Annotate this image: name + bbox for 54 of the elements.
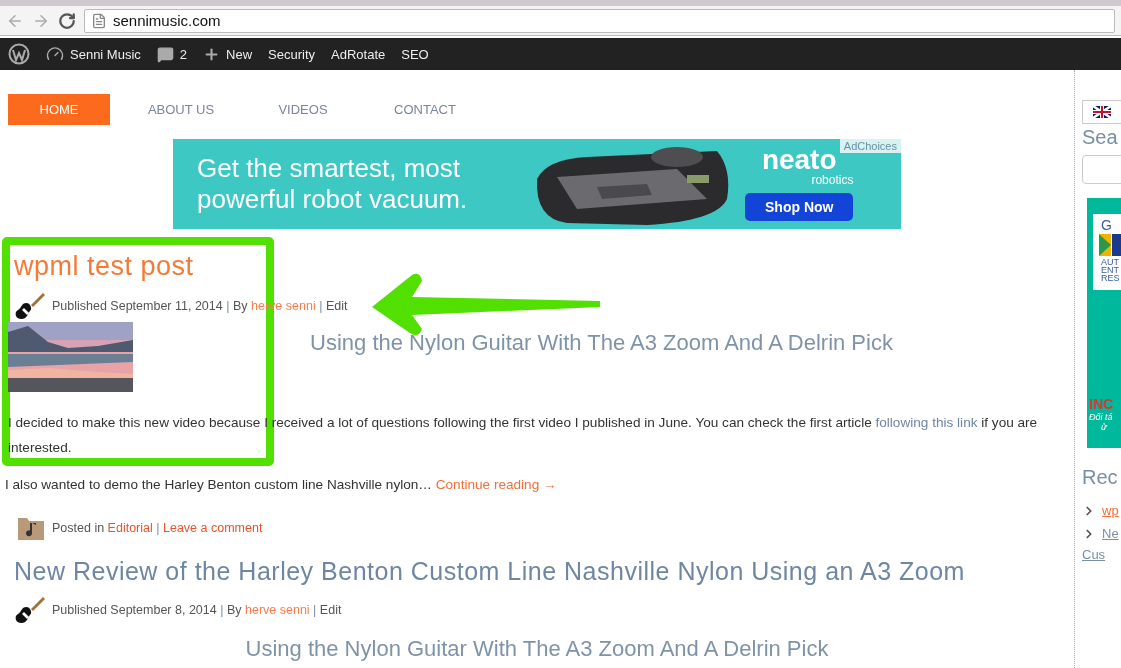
page-icon — [91, 12, 107, 29]
guitar-icon — [14, 290, 46, 322]
recent-post-link[interactable]: wp — [1102, 503, 1119, 518]
address-bar[interactable]: sennimusic.com — [84, 8, 1115, 33]
nav-tab[interactable]: VIDEOS — [252, 94, 354, 125]
edit-link[interactable]: Edit — [319, 603, 342, 617]
dashboard-gauge-icon — [46, 45, 64, 63]
brand-subtitle: robotics — [811, 173, 854, 187]
ad-logo: G — [1101, 218, 1113, 232]
ad-headline: INC — [1089, 396, 1115, 412]
post-excerpt: I also wanted to demo the Harley Benton custom line Nashville nylon… Continue reading → — [5, 476, 558, 494]
ad-banner[interactable]: Get the smartest, most powerful robot vacuum. neato robotics Shop Now AdChoices — [173, 139, 901, 229]
nav-tab[interactable]: ABOUT US — [130, 94, 232, 125]
adchoices-label[interactable]: AdChoices — [839, 139, 901, 153]
wordpress-logo-icon[interactable] — [8, 43, 30, 65]
admin-menu-link[interactable]: SEO — [401, 46, 429, 62]
post-title[interactable]: wpml test post — [4, 251, 1070, 282]
site-name-link[interactable]: Senni Music — [46, 45, 141, 63]
comment-bubble-icon — [156, 45, 174, 63]
reload-button[interactable] — [58, 11, 76, 30]
colored-squares-icon — [1097, 232, 1121, 258]
shop-now-button[interactable]: Shop Now — [745, 193, 854, 221]
post-title[interactable]: New Review of the Harley Benton Custom Line Nashville Nylon Using an A3 Zoom — [4, 557, 1070, 586]
author-link[interactable]: herve senni — [245, 603, 310, 617]
comments-link[interactable]: 2 — [156, 45, 188, 63]
flag-icon — [1093, 106, 1111, 118]
nav-tab[interactable]: HOME — [8, 94, 110, 125]
post-meta: Published September 8, 2014 | By herve senni | Edit — [52, 603, 342, 617]
edit-link[interactable]: Edit — [325, 299, 348, 313]
widget-title: Sea — [1082, 126, 1119, 149]
recent-post-link[interactable]: Ne — [1102, 526, 1119, 541]
category-link[interactable]: Editorial — [107, 521, 153, 535]
ad-card-text: ENT — [1101, 266, 1120, 274]
ad-tagline: ử — [1101, 422, 1108, 432]
new-link[interactable]: New — [203, 45, 253, 63]
ad-card-text: AUT — [1101, 258, 1120, 266]
plus-icon — [203, 45, 221, 63]
sidebar-ad[interactable]: G AUT ENT RES INC Đối tá ử — [1087, 198, 1121, 448]
video-heading: Using the Nylon Guitar With The A3 Zoom And A Delrin Pick — [244, 636, 830, 662]
admin-menu-link[interactable]: Security — [268, 46, 316, 62]
ad-card-text: RES — [1101, 274, 1121, 282]
admin-menu-link[interactable]: AdRotate — [331, 46, 386, 62]
ad-headline: Get the smartest, most powerful robot vacuum. — [197, 153, 469, 215]
nav-tab[interactable]: CONTACT — [374, 94, 476, 125]
brand-logo: neato — [761, 147, 837, 173]
recent-post-link[interactable]: Cus — [1082, 547, 1121, 562]
post-footer: Posted in Editorial | Leave a comment — [52, 521, 263, 535]
guitar-icon — [14, 594, 46, 626]
ad-tagline: Đối tá — [1089, 412, 1114, 422]
article-link[interactable]: following this link — [875, 415, 978, 430]
widget-title: Rec — [1082, 466, 1119, 489]
comment-link[interactable]: Leave a comment — [163, 521, 263, 535]
video-heading: Using the Nylon Guitar With The A3 Zoom And A Delrin Pick — [309, 330, 894, 356]
continue-reading-link[interactable]: Continue reading → — [435, 477, 557, 492]
